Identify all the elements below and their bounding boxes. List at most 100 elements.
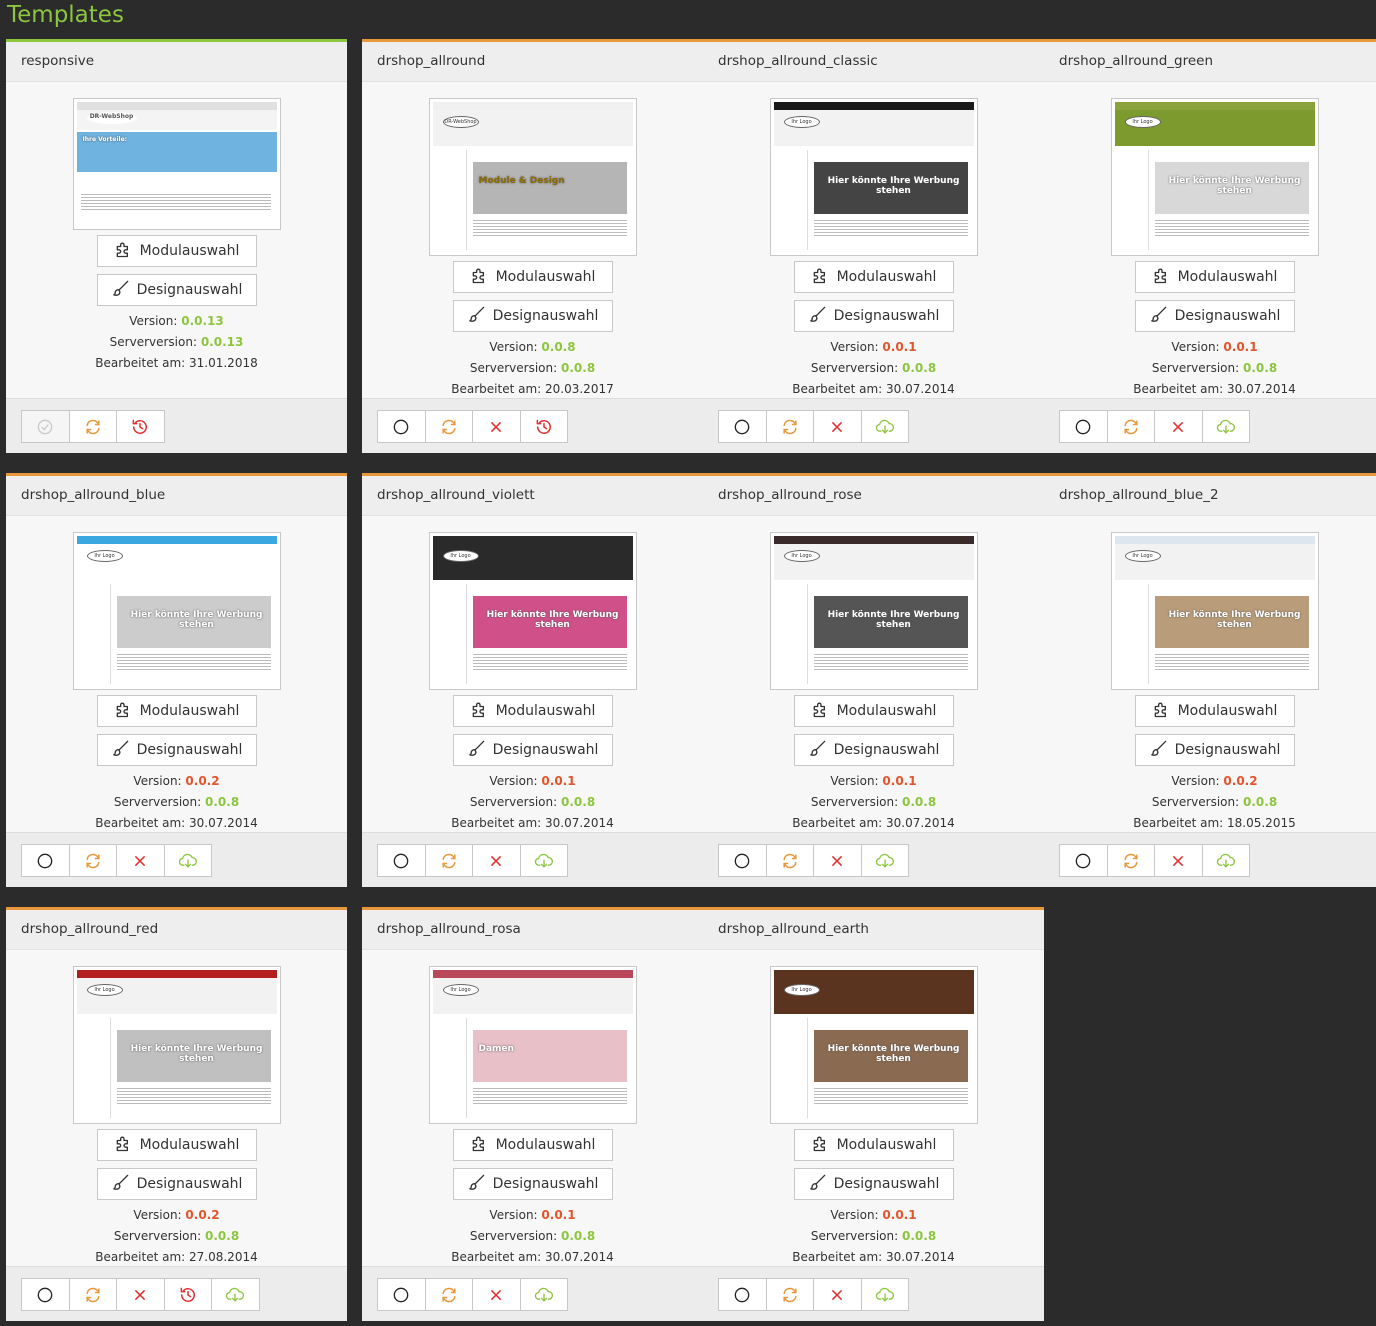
select-button[interactable] — [1059, 844, 1108, 877]
design-select-label: Designauswahl — [136, 1176, 243, 1192]
refresh-icon — [439, 417, 459, 437]
edited-date: 30.07.2014 — [189, 816, 258, 830]
download-button[interactable] — [860, 844, 909, 877]
refresh-button[interactable] — [1106, 410, 1155, 443]
module-select-button[interactable]: Modulauswahl — [452, 695, 613, 727]
design-select-button[interactable]: Designauswahl — [1134, 734, 1295, 766]
refresh-button[interactable] — [765, 844, 814, 877]
module-select-button[interactable]: Modulauswahl — [793, 1129, 954, 1161]
design-select-button[interactable]: Designauswahl — [96, 274, 257, 306]
template-preview[interactable]: Ihr Logo Hier könnte Ihre Werbung stehen — [769, 966, 978, 1124]
refresh-icon — [83, 851, 103, 871]
download-button[interactable] — [1201, 410, 1250, 443]
template-preview[interactable]: DR-WebShop Module & Design — [428, 98, 637, 256]
delete-button[interactable] — [813, 410, 862, 443]
template-preview[interactable]: Ihr Logo Hier könnte Ihre Werbung stehen — [1110, 98, 1319, 256]
module-select-button[interactable]: Modulauswahl — [96, 235, 257, 267]
module-select-button[interactable]: Modulauswahl — [96, 695, 257, 727]
design-select-button[interactable]: Designauswahl — [96, 1168, 257, 1200]
module-select-button[interactable]: Modulauswahl — [1134, 695, 1295, 727]
refresh-button[interactable] — [68, 410, 117, 443]
delete-button[interactable] — [472, 1278, 521, 1311]
puzzle-icon — [1152, 265, 1172, 289]
close-icon — [130, 1285, 150, 1305]
server-version-value: 0.0.8 — [205, 1229, 240, 1243]
select-button[interactable] — [718, 410, 767, 443]
design-select-label: Designauswahl — [1174, 308, 1281, 324]
template-preview[interactable]: Ihr Logo Hier könnte Ihre Werbung stehen — [72, 532, 281, 690]
edited-date: 30.07.2014 — [886, 1250, 955, 1264]
refresh-button[interactable] — [68, 844, 117, 877]
delete-button[interactable] — [472, 410, 521, 443]
delete-button[interactable] — [116, 844, 165, 877]
delete-button[interactable] — [1154, 410, 1203, 443]
select-button[interactable] — [21, 1278, 70, 1311]
refresh-button[interactable] — [424, 1278, 473, 1311]
download-button[interactable] — [860, 410, 909, 443]
design-select-button[interactable]: Designauswahl — [1134, 300, 1295, 332]
restore-button[interactable] — [163, 1278, 212, 1311]
server-version-line: Serverversion: 0.0.8 — [810, 795, 937, 809]
select-button[interactable] — [21, 844, 70, 877]
preview-banner-text: Hier könnte Ihre Werbung stehen — [130, 610, 263, 630]
template-preview[interactable]: DR-WebShop Ihre Vorteile: — [72, 98, 281, 230]
module-select-button[interactable]: Modulauswahl — [452, 1129, 613, 1161]
design-select-button[interactable]: Designauswahl — [452, 734, 613, 766]
download-button[interactable] — [860, 1278, 909, 1311]
delete-button[interactable] — [813, 844, 862, 877]
select-button[interactable] — [718, 844, 767, 877]
puzzle-icon — [470, 699, 490, 723]
version-value: 0.0.1 — [882, 774, 917, 788]
module-select-button[interactable]: Modulauswahl — [793, 261, 954, 293]
delete-button[interactable] — [813, 1278, 862, 1311]
restore-button[interactable] — [116, 410, 165, 443]
design-select-button[interactable]: Designauswahl — [793, 300, 954, 332]
select-button[interactable] — [377, 844, 426, 877]
server-version-value: 0.0.13 — [200, 335, 244, 349]
refresh-button[interactable] — [68, 1278, 117, 1311]
version-line: Version: 0.0.2 — [1171, 774, 1258, 788]
module-select-button[interactable]: Modulauswahl — [452, 261, 613, 293]
cloud-download-icon — [875, 417, 895, 437]
preview-logo: DR-WebShop — [86, 112, 137, 124]
download-button[interactable] — [211, 1278, 260, 1311]
module-select-button[interactable]: Modulauswahl — [1134, 261, 1295, 293]
template-name: drshop_allround_classic — [703, 42, 1044, 82]
refresh-button[interactable] — [765, 410, 814, 443]
download-button[interactable] — [163, 844, 212, 877]
restore-button[interactable] — [519, 410, 568, 443]
download-button[interactable] — [519, 1278, 568, 1311]
refresh-icon — [1121, 851, 1141, 871]
template-name: drshop_allround_rose — [703, 476, 1044, 516]
design-select-button[interactable]: Designauswahl — [793, 1168, 954, 1200]
template-preview[interactable]: Ihr Logo Damen — [428, 966, 637, 1124]
delete-button[interactable] — [472, 844, 521, 877]
refresh-button[interactable] — [424, 410, 473, 443]
version-value: 0.0.13 — [181, 314, 224, 328]
select-button[interactable] — [1059, 410, 1108, 443]
template-preview[interactable]: Ihr Logo Hier könnte Ihre Werbung stehen — [428, 532, 637, 690]
module-select-label: Modulauswahl — [836, 703, 937, 719]
design-select-button[interactable]: Designauswahl — [452, 300, 613, 332]
template-preview[interactable]: Ihr Logo Hier könnte Ihre Werbung stehen — [769, 98, 978, 256]
template-preview[interactable]: Ihr Logo Hier könnte Ihre Werbung stehen — [1110, 532, 1319, 690]
template-preview[interactable]: Ihr Logo Hier könnte Ihre Werbung stehen — [72, 966, 281, 1124]
delete-button[interactable] — [1154, 844, 1203, 877]
select-button[interactable] — [377, 410, 426, 443]
design-select-button[interactable]: Designauswahl — [793, 734, 954, 766]
refresh-button[interactable] — [765, 1278, 814, 1311]
template-preview[interactable]: Ihr Logo Hier könnte Ihre Werbung stehen — [769, 532, 978, 690]
design-select-button[interactable]: Designauswahl — [452, 1168, 613, 1200]
module-select-button[interactable]: Modulauswahl — [96, 1129, 257, 1161]
select-button[interactable] — [718, 1278, 767, 1311]
design-select-button[interactable]: Designauswahl — [96, 734, 257, 766]
active-check-button[interactable] — [21, 410, 70, 443]
select-button[interactable] — [377, 1278, 426, 1311]
refresh-button[interactable] — [1106, 844, 1155, 877]
module-select-button[interactable]: Modulauswahl — [793, 695, 954, 727]
download-button[interactable] — [1201, 844, 1250, 877]
download-button[interactable] — [519, 844, 568, 877]
delete-button[interactable] — [116, 1278, 165, 1311]
edited-line: Bearbeitet am: 30.07.2014 — [95, 816, 258, 830]
refresh-button[interactable] — [424, 844, 473, 877]
